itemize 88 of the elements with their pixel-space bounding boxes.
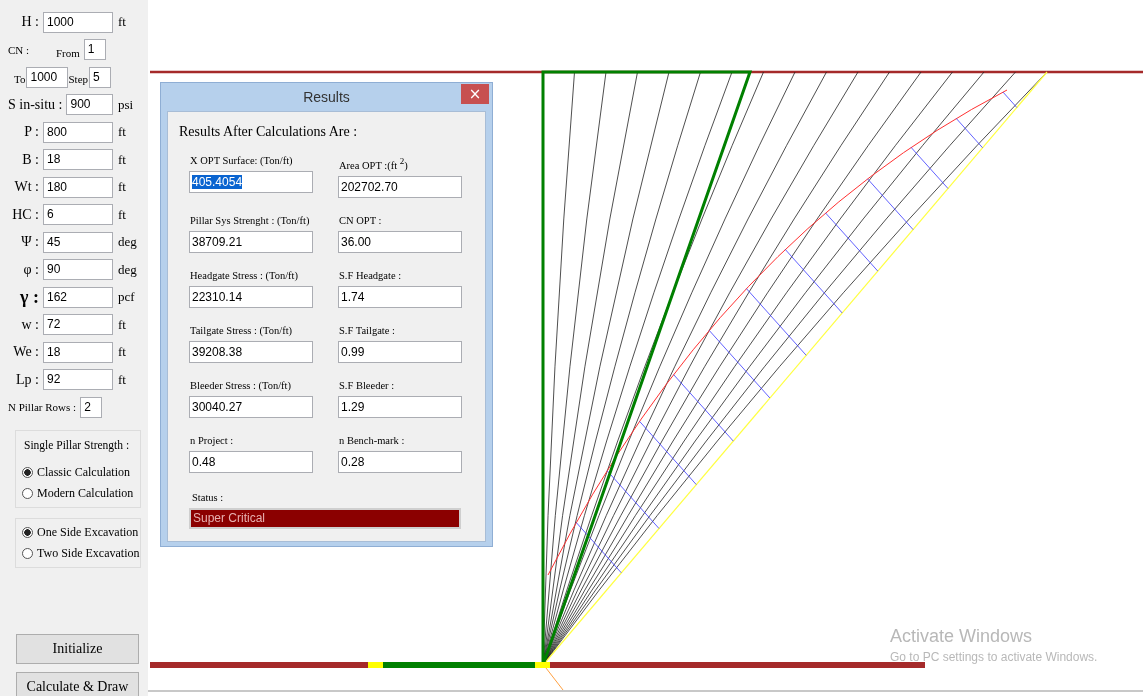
field-label: CN : [8,43,31,56]
field-label: We : [12,344,40,360]
radio-label[interactable]: One Side Excavation [37,525,139,540]
output-field[interactable]: 39208.38 [189,340,313,363]
unit-label: ft [117,151,127,168]
field-label: Step [68,72,89,85]
input-field[interactable]: 900 [66,94,113,115]
unit-label: pcf [117,289,136,305]
radio-button[interactable] [22,548,33,559]
output-field[interactable]: 0.99 [338,340,462,363]
field-label: w : [20,316,40,333]
output-field[interactable]: 0.48 [189,450,313,473]
output-field[interactable]: 0.28 [338,450,462,473]
input-field[interactable]: 1000 [43,11,113,33]
input-field[interactable]: 1 [83,39,106,60]
unit-label: ft [117,371,127,388]
input-field[interactable]: 6 [43,204,113,225]
result-label: n Project : [189,433,235,448]
radio-label[interactable]: Modern Calculation [37,486,134,501]
field-label: To [14,72,27,85]
input-field[interactable]: 1000 [26,66,69,88]
radio-button[interactable] [22,467,33,478]
output-field[interactable]: 1.29 [338,395,462,418]
result-label: Tailgate Stress : (Ton/ft) [189,323,294,338]
tail-line [545,667,564,691]
notice-text: Go to PC settings to activate Windows. [890,650,1098,664]
output-field[interactable]: 30040.27 [189,395,313,418]
result-label: S.F Bleeder : [338,378,396,393]
input-field[interactable]: 2 [80,396,103,418]
output-field[interactable]: 405.4054 [189,171,313,193]
input-field[interactable]: 162 [43,286,113,308]
input-field[interactable]: 800 [43,121,113,143]
input-field[interactable]: 90 [43,259,113,280]
input-field[interactable]: 5 [89,66,111,88]
group-title: Single Pillar Strength : [23,438,131,454]
field-label: S in-situ : [8,96,64,113]
result-label: S.F Tailgate : [338,323,396,338]
output-field[interactable]: 202702.70 [338,175,462,198]
field-label: Wt : [13,179,40,195]
output-field[interactable]: 38709.21 [189,230,313,253]
result-label: S.F Headgate : [338,268,403,283]
radio-button[interactable] [22,527,33,538]
input-field[interactable]: 180 [43,176,113,198]
unit-label: ft [117,344,127,360]
result-label: X OPT Surface: (Ton/ft) [189,154,294,168]
action-button[interactable]: Calculate & Draw [16,672,139,696]
input-field[interactable]: 45 [43,231,113,253]
field-label: Ψ : [20,234,40,250]
status-field[interactable]: Super Critical [189,507,461,529]
input-field[interactable]: 72 [43,314,113,335]
unit-label: deg [117,261,138,278]
notice-title: Activate Windows [890,626,1034,647]
unit-label: ft [117,179,127,195]
output-field[interactable]: 22310.14 [189,285,313,308]
radio-label[interactable]: Two Side Excavation [37,546,140,561]
field-label: HC : [11,206,40,223]
output-field[interactable]: 1.74 [338,285,462,308]
action-button[interactable]: Initialize [16,634,139,664]
input-field[interactable]: 18 [43,149,113,170]
input-field[interactable]: 92 [43,369,113,390]
results-heading: Results After Calculations Are : [179,124,359,140]
result-label: Headgate Stress : (Ton/ft) [189,268,300,283]
output-field[interactable]: 36.00 [338,230,462,253]
unit-label: ft [117,316,127,333]
radio-button[interactable] [22,488,33,499]
result-label: CN OPT : [338,213,383,228]
field-label: B : [21,151,40,168]
result-label: Status : [191,490,225,505]
close-button[interactable]: × [461,84,489,104]
unit-label: psi [117,96,135,113]
field-label: P : [23,124,40,140]
result-label: Pillar Sys Strenght : (Ton/ft) [189,213,311,228]
unit-label: ft [117,206,127,223]
field-label: γ : [19,286,40,308]
unit-label: ft [117,14,127,30]
result-label: Bleeder Stress : (Ton/ft) [189,378,293,393]
field-label: N Pillar Rows : [8,401,78,413]
result-label: n Bench-mark : [338,433,406,448]
field-label: φ : [22,261,40,278]
unit-label: ft [117,124,127,140]
dialog-title: Results [303,89,350,105]
unit-label: deg [117,234,138,250]
input-field[interactable]: 18 [43,341,113,363]
radio-label[interactable]: Classic Calculation [37,465,130,480]
field-label: Lp : [15,371,40,388]
field-label: H : [20,14,40,30]
result-label: Area OPT :(ft $^{2}$) [338,155,409,173]
field-label: From [56,46,81,59]
